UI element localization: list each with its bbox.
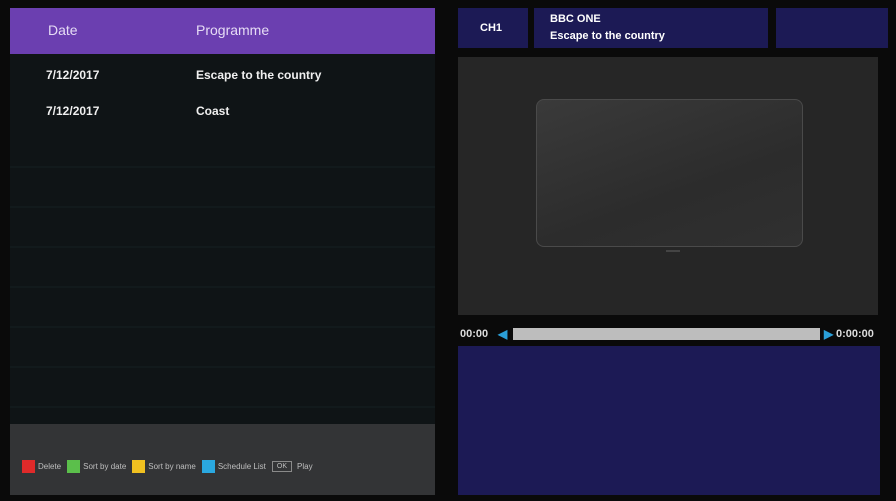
ok-key-icon: OK — [271, 461, 292, 472]
date-column-header: Date — [48, 22, 78, 38]
info-extra-box — [776, 8, 888, 48]
list-header: Date Programme — [10, 8, 435, 54]
blue-key-icon — [201, 460, 215, 473]
programme-title: Escape to the country — [550, 30, 665, 42]
button-legend-footer: Delete Sort by date Sort by name Schedul… — [10, 424, 435, 495]
list-item[interactable]: 7/12/2017 Escape to the country — [10, 58, 435, 94]
list-item[interactable]: 7/12/2017 Coast — [10, 94, 435, 130]
channel-number-box: CH1 — [458, 8, 528, 48]
video-preview — [458, 57, 878, 315]
green-key-icon — [67, 460, 81, 473]
programme-info-box: BBC ONE Escape to the country — [534, 8, 768, 48]
programme-column-header: Programme — [196, 22, 270, 38]
forward-arrow-icon[interactable]: ▶ — [824, 327, 833, 341]
total-time: 0:00:00 — [836, 328, 874, 340]
channel-number: CH1 — [480, 22, 503, 34]
current-time: 00:00 — [460, 328, 489, 340]
progress-bar[interactable] — [513, 328, 820, 340]
recordings-list: 7/12/2017 Escape to the country 7/12/201… — [10, 58, 435, 130]
tv-placeholder-icon — [536, 99, 803, 247]
recording-date: 7/12/2017 — [46, 68, 100, 82]
recording-date: 7/12/2017 — [46, 104, 100, 118]
programme-description-panel — [458, 346, 880, 495]
channel-name: BBC ONE — [550, 13, 601, 25]
delete-hint[interactable]: Delete — [38, 462, 61, 471]
yellow-key-icon — [132, 460, 146, 473]
playback-progress: 00:00 ◀ ▶ 0:00:00 — [458, 326, 888, 342]
recordings-list-panel: Date Programme 7/12/2017 Escape to the c… — [10, 8, 435, 495]
rewind-arrow-icon[interactable]: ◀ — [498, 327, 507, 341]
list-empty-area — [10, 128, 435, 423]
recording-programme: Coast — [196, 104, 230, 118]
play-hint[interactable]: Play — [297, 462, 313, 471]
sort-by-date-hint[interactable]: Sort by date — [83, 462, 126, 471]
red-key-icon — [22, 460, 35, 473]
sort-by-name-hint[interactable]: Sort by name — [148, 462, 196, 471]
schedule-list-hint[interactable]: Schedule List — [218, 462, 266, 471]
recording-programme: Escape to the country — [196, 68, 322, 82]
tv-stand-icon — [666, 250, 680, 252]
